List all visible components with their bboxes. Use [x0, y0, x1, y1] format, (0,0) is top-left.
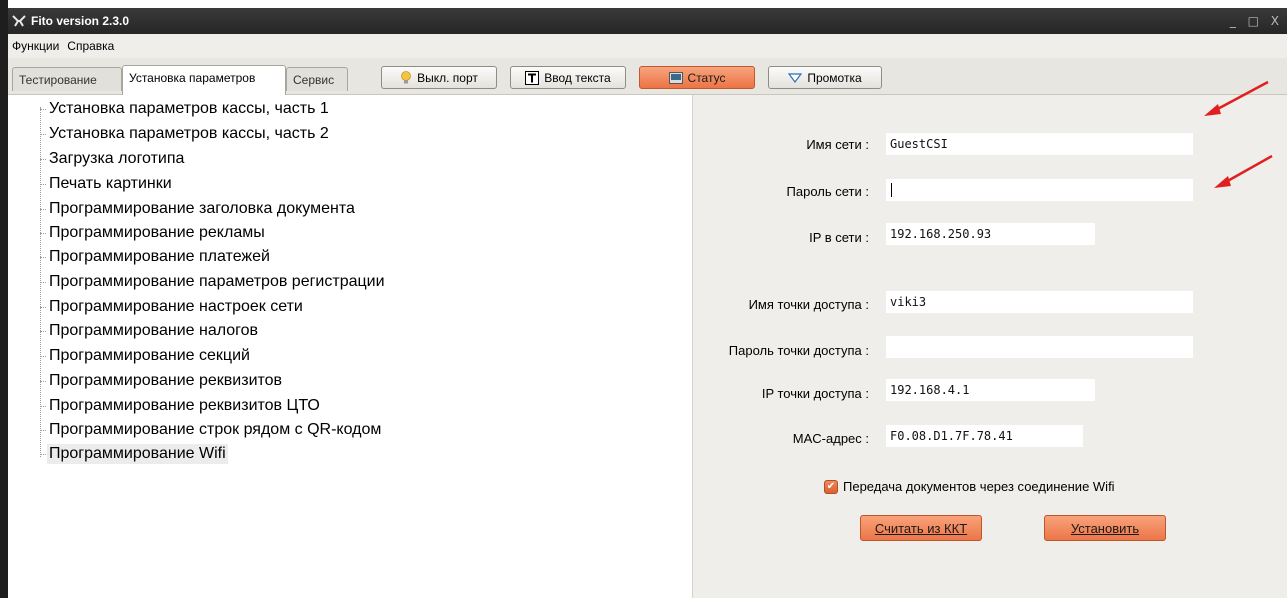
tree-item[interactable]: Программирование параметров регистрации [40, 270, 387, 294]
annotation-arrow-icon [1214, 154, 1273, 188]
menu-help[interactable]: Справка [63, 39, 118, 53]
network-name-input[interactable] [886, 133, 1193, 155]
text-t-icon [525, 70, 540, 85]
annotation-arrow-icon [1204, 80, 1269, 116]
network-name-label: Имя сети : [806, 137, 869, 152]
mac-address-label: MAC-адрес : [792, 431, 869, 446]
monitor-icon [668, 71, 683, 84]
ap-ip-input[interactable] [886, 379, 1095, 401]
tree-item[interactable]: Программирование заголовка документа [40, 197, 357, 221]
ap-password-label: Пароль точки доступа : [728, 343, 869, 358]
mac-address-input[interactable] [886, 425, 1083, 447]
triangle-down-icon [788, 72, 803, 83]
ap-password-input[interactable] [886, 336, 1193, 358]
tree-item[interactable]: Программирование рекламы [40, 221, 267, 245]
tab-testing[interactable]: Тестирование [12, 67, 122, 91]
set-button[interactable]: Установить [1044, 515, 1166, 541]
network-ip-label: IP в сети : [809, 230, 869, 245]
tree-item[interactable]: Программирование налогов [40, 319, 260, 343]
tree-item[interactable]: Программирование строк рядом с QR-кодом [40, 418, 383, 442]
status-label: Статус [687, 70, 726, 85]
window-controls[interactable]: _ □ X [1230, 14, 1283, 28]
settings-tree: Установка параметров кассы, часть 1 Уста… [8, 95, 692, 598]
wifi-settings-panel: Имя сети : Пароль сети : IP в сети : Имя… [692, 95, 1287, 598]
menu-bar: Функции Справка [8, 34, 1287, 58]
read-from-kkt-button[interactable]: Считать из ККТ [860, 515, 982, 541]
checkbox-checked-icon[interactable]: ✔ [824, 479, 838, 494]
tree-item[interactable]: Программирование реквизитов [40, 369, 284, 393]
scroll-button[interactable]: Промотка [768, 66, 882, 89]
window-title: Fito version 2.3.0 [31, 14, 130, 28]
tree-item-wifi-selected[interactable]: Программирование Wifi [40, 442, 228, 466]
ap-name-input[interactable] [886, 291, 1193, 313]
tree-item[interactable]: Программирование секций [40, 344, 252, 368]
text-input-label: Ввод текста [544, 70, 611, 85]
wifi-transfer-label: Передача документов через соединение Wif… [843, 479, 1115, 494]
tree-item[interactable]: Программирование платежей [40, 245, 272, 269]
tree-item[interactable]: Загрузка логотипа [40, 147, 186, 171]
wifi-transfer-checkbox-row[interactable]: ✔ Передача документов через соединение W… [824, 479, 1115, 494]
app-logo-icon [12, 15, 26, 27]
ap-ip-label: IP точки доступа : [761, 386, 869, 401]
title-bar: Fito version 2.3.0 _ □ X [8, 8, 1287, 34]
menu-functions[interactable]: Функции [8, 39, 63, 53]
lightbulb-icon [401, 70, 412, 83]
port-off-label: Выкл. порт [417, 70, 478, 85]
tree-item[interactable]: Программирование реквизитов ЦТО [40, 394, 322, 418]
window-frame-edge [0, 0, 8, 598]
status-button[interactable]: Статус [639, 66, 755, 89]
ap-name-label: Имя точки доступа : [748, 297, 869, 312]
scroll-label: Промотка [807, 70, 862, 85]
port-off-button[interactable]: Выкл. порт [381, 66, 497, 89]
tree-item[interactable]: Печать картинки [40, 172, 174, 196]
text-input-button[interactable]: Ввод текста [510, 66, 626, 89]
network-password-input[interactable] [886, 179, 1193, 201]
tree-item[interactable]: Установка параметров кассы, часть 1 [40, 97, 331, 121]
tree-item[interactable]: Установка параметров кассы, часть 2 [40, 122, 331, 146]
tab-set-parameters[interactable]: Установка параметров [122, 65, 286, 95]
network-password-label: Пароль сети : [786, 184, 869, 199]
tab-service[interactable]: Сервис [286, 67, 348, 91]
tree-item[interactable]: Программирование настроек сети [40, 295, 305, 319]
network-ip-input[interactable] [886, 223, 1095, 245]
text-caret [891, 183, 892, 197]
